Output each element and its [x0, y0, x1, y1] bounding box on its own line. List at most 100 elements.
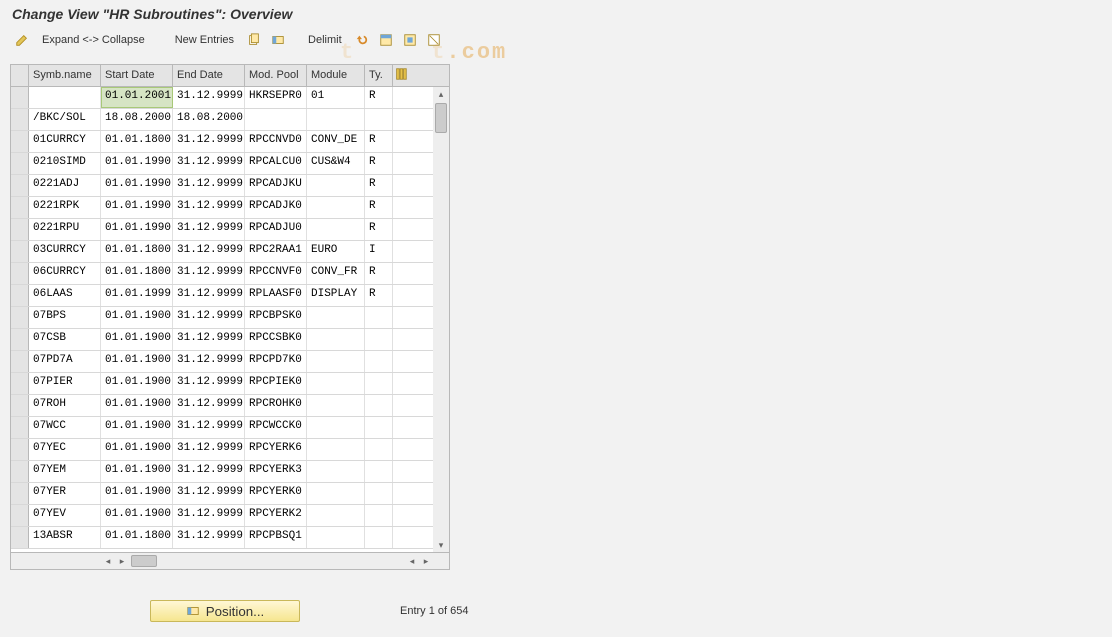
cell-mod-pool[interactable]: RPCYERK0 — [245, 483, 307, 504]
cell-module[interactable] — [307, 351, 365, 372]
row-selector[interactable] — [11, 329, 29, 350]
cell-module[interactable] — [307, 527, 365, 548]
cell-type[interactable] — [365, 505, 393, 526]
cell-symb-name[interactable]: 0221ADJ — [29, 175, 101, 196]
cell-end-date[interactable]: 31.12.9999 — [173, 373, 245, 394]
cell-mod-pool[interactable]: RPCYERK6 — [245, 439, 307, 460]
cell-module[interactable] — [307, 307, 365, 328]
cell-start-date[interactable]: 01.01.1990 — [101, 153, 173, 174]
cell-type[interactable] — [365, 395, 393, 416]
row-selector[interactable] — [11, 439, 29, 460]
cell-module[interactable] — [307, 417, 365, 438]
cell-type[interactable] — [365, 329, 393, 350]
cell-symb-name[interactable]: 07YEC — [29, 439, 101, 460]
cell-symb-name[interactable]: 07WCC — [29, 417, 101, 438]
cell-type[interactable]: R — [365, 285, 393, 306]
cell-start-date[interactable]: 01.01.1990 — [101, 197, 173, 218]
col-start-date[interactable]: Start Date — [101, 65, 173, 86]
cell-module[interactable] — [307, 175, 365, 196]
row-selector[interactable] — [11, 87, 29, 108]
table-row[interactable]: 07PD7A01.01.190031.12.9999RPCPD7K0 — [11, 351, 449, 373]
cell-module[interactable] — [307, 461, 365, 482]
cell-mod-pool[interactable]: RPC2RAA1 — [245, 241, 307, 262]
cell-symb-name[interactable]: 07YEV — [29, 505, 101, 526]
cell-end-date[interactable]: 31.12.9999 — [173, 285, 245, 306]
expand-collapse-button[interactable]: Expand <-> Collapse — [36, 32, 151, 48]
table-row[interactable]: 0221RPU01.01.199031.12.9999RPCADJU0R — [11, 219, 449, 241]
cell-module[interactable]: 01 — [307, 87, 365, 108]
cell-mod-pool[interactable]: RPCPBSQ1 — [245, 527, 307, 548]
new-entries-button[interactable]: New Entries — [169, 32, 240, 48]
cell-mod-pool[interactable]: RPCCNVD0 — [245, 131, 307, 152]
undo-icon[interactable] — [352, 30, 372, 50]
select-block-icon[interactable] — [400, 30, 420, 50]
row-selector[interactable] — [11, 395, 29, 416]
cell-mod-pool[interactable]: RPCCSBK0 — [245, 329, 307, 350]
cell-module[interactable] — [307, 483, 365, 504]
cell-module[interactable]: EURO — [307, 241, 365, 262]
select-icon[interactable] — [268, 30, 288, 50]
cell-type[interactable]: R — [365, 153, 393, 174]
cell-module[interactable] — [307, 373, 365, 394]
cell-start-date[interactable]: 01.01.1900 — [101, 307, 173, 328]
config-columns-icon[interactable] — [393, 65, 409, 86]
cell-module[interactable]: CONV_DE — [307, 131, 365, 152]
col-symb-name[interactable]: Symb.name — [29, 65, 101, 86]
cell-mod-pool[interactable]: HKRSEPR0 — [245, 87, 307, 108]
row-selector[interactable] — [11, 527, 29, 548]
cell-module[interactable] — [307, 505, 365, 526]
table-row[interactable]: 07YEM01.01.190031.12.9999RPCYERK3 — [11, 461, 449, 483]
cell-type[interactable] — [365, 109, 393, 130]
table-row[interactable]: 0210SIMD01.01.199031.12.9999RPCALCU0CUS&… — [11, 153, 449, 175]
deselect-icon[interactable] — [424, 30, 444, 50]
row-selector[interactable] — [11, 197, 29, 218]
table-row[interactable]: 07YEC01.01.190031.12.9999RPCYERK6 — [11, 439, 449, 461]
cell-start-date[interactable]: 01.01.1800 — [101, 241, 173, 262]
table-row[interactable]: 06LAAS01.01.199931.12.9999RPLAASF0DISPLA… — [11, 285, 449, 307]
cell-mod-pool[interactable]: RPCADJK0 — [245, 197, 307, 218]
cell-start-date[interactable]: 01.01.1900 — [101, 505, 173, 526]
cell-symb-name[interactable]: 01CURRCY — [29, 131, 101, 152]
cell-symb-name[interactable]: 07ROH — [29, 395, 101, 416]
cell-end-date[interactable]: 31.12.9999 — [173, 175, 245, 196]
cell-symb-name[interactable]: 06CURRCY — [29, 263, 101, 284]
cell-end-date[interactable]: 31.12.9999 — [173, 197, 245, 218]
scroll-down-icon[interactable]: ▾ — [433, 538, 449, 552]
cell-end-date[interactable]: 31.12.9999 — [173, 439, 245, 460]
cell-mod-pool[interactable]: RPCADJKU — [245, 175, 307, 196]
table-row[interactable]: 07ROH01.01.190031.12.9999RPCROHK0 — [11, 395, 449, 417]
cell-end-date[interactable]: 18.08.2000 — [173, 109, 245, 130]
cell-mod-pool[interactable]: RPCPD7K0 — [245, 351, 307, 372]
cell-mod-pool[interactable]: RPCBPSK0 — [245, 307, 307, 328]
table-row[interactable]: 0221RPK01.01.199031.12.9999RPCADJK0R — [11, 197, 449, 219]
row-selector[interactable] — [11, 351, 29, 372]
cell-start-date[interactable]: 01.01.1800 — [101, 131, 173, 152]
cell-type[interactable]: I — [365, 241, 393, 262]
row-selector[interactable] — [11, 373, 29, 394]
cell-mod-pool[interactable] — [245, 109, 307, 130]
cell-end-date[interactable]: 31.12.9999 — [173, 351, 245, 372]
cell-type[interactable]: R — [365, 175, 393, 196]
cell-type[interactable]: R — [365, 131, 393, 152]
cell-type[interactable]: R — [365, 197, 393, 218]
cell-module[interactable] — [307, 197, 365, 218]
cell-start-date[interactable]: 01.01.1800 — [101, 263, 173, 284]
cell-mod-pool[interactable]: RPCROHK0 — [245, 395, 307, 416]
cell-symb-name[interactable]: 0210SIMD — [29, 153, 101, 174]
cell-end-date[interactable]: 31.12.9999 — [173, 395, 245, 416]
cell-symb-name[interactable]: 07YEM — [29, 461, 101, 482]
cell-mod-pool[interactable]: RPCPIEK0 — [245, 373, 307, 394]
position-button[interactable]: Position... — [150, 600, 300, 622]
row-selector[interactable] — [11, 483, 29, 504]
cell-start-date[interactable]: 01.01.2001 — [101, 87, 173, 108]
cell-symb-name[interactable]: 07CSB — [29, 329, 101, 350]
cell-type[interactable] — [365, 351, 393, 372]
table-row[interactable]: 13ABSR01.01.180031.12.9999RPCPBSQ1 — [11, 527, 449, 549]
cell-module[interactable]: CONV_FR — [307, 263, 365, 284]
cell-module[interactable] — [307, 395, 365, 416]
cell-end-date[interactable]: 31.12.9999 — [173, 131, 245, 152]
cell-mod-pool[interactable]: RPCYERK2 — [245, 505, 307, 526]
scroll-up-icon[interactable]: ▴ — [433, 87, 449, 101]
row-selector[interactable] — [11, 153, 29, 174]
cell-symb-name[interactable]: 06LAAS — [29, 285, 101, 306]
